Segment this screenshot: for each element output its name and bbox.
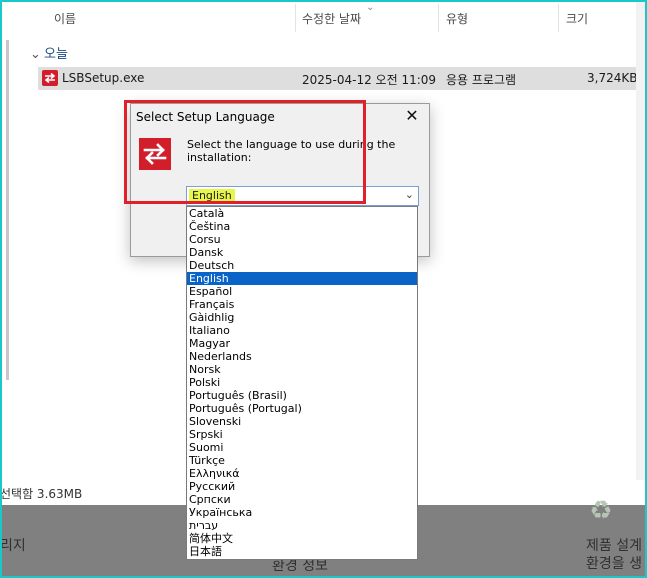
language-option[interactable]: Українська <box>187 506 417 519</box>
chevron-down-icon: ⌄ <box>30 47 41 62</box>
dialog-message: Select the language to use during the in… <box>187 138 396 164</box>
group-header-today[interactable]: ⌄ 오늘 <box>30 43 68 62</box>
column-divider[interactable] <box>295 4 296 32</box>
dialog-title: Select Setup Language <box>136 110 275 124</box>
language-option[interactable]: Dansk <box>187 246 417 259</box>
file-modified: 2025-04-12 오전 11:09 <box>302 73 437 87</box>
language-option[interactable]: Português (Portugal) <box>187 402 417 415</box>
close-icon[interactable]: ✕ <box>403 106 421 125</box>
language-option[interactable]: Italiano <box>187 324 417 337</box>
app-file-icon <box>42 70 58 86</box>
language-select[interactable]: English ⌄ <box>186 186 419 206</box>
language-option[interactable]: Español <box>187 285 417 298</box>
language-option[interactable]: Português (Brasil) <box>187 389 417 402</box>
language-option[interactable]: Srpski <box>187 428 417 441</box>
language-option[interactable]: Suomi <box>187 441 417 454</box>
language-option[interactable]: Русский <box>187 480 417 493</box>
language-option[interactable]: Ελληνικά <box>187 467 417 480</box>
column-header-size[interactable]: 크기 <box>566 10 588 30</box>
column-header-modified[interactable]: 수정한 날짜 <box>302 10 361 30</box>
language-option[interactable]: Nederlands <box>187 350 417 363</box>
language-option[interactable]: English <box>187 272 417 285</box>
language-select-value: English <box>189 189 235 203</box>
recycle-icon: ♻ <box>589 496 613 526</box>
language-option[interactable]: עברית <box>187 519 417 532</box>
language-option[interactable]: Français <box>187 298 417 311</box>
language-option[interactable]: Català <box>187 207 417 220</box>
language-option[interactable]: Polski <box>187 376 417 389</box>
language-option[interactable]: Gàidhlig <box>187 311 417 324</box>
column-header-type[interactable]: 유형 <box>446 10 468 30</box>
language-option[interactable]: Corsu <box>187 233 417 246</box>
language-option[interactable]: Српски <box>187 493 417 506</box>
file-row[interactable]: LSBSetup.exe 2025-04-12 오전 11:09 응용 프로그램… <box>38 67 638 90</box>
chevron-down-icon[interactable]: ⌄ <box>405 188 414 201</box>
file-type: 응용 프로그램 <box>446 73 517 87</box>
group-label: 오늘 <box>44 47 68 62</box>
language-option[interactable]: 简体中文 <box>187 532 417 545</box>
setup-logo-icon <box>139 138 171 170</box>
column-header-name[interactable]: 이름 <box>54 10 76 30</box>
vertical-scrollbar[interactable] <box>636 0 647 480</box>
language-option[interactable]: Magyar <box>187 337 417 350</box>
sort-chevron-icon: ⌄ <box>366 2 375 13</box>
status-selection: 선택함 3.63MB <box>0 487 83 501</box>
pane-scrollbar[interactable] <box>6 40 9 380</box>
language-dropdown-list[interactable]: Català Čeština Corsu Dansk Deutsch English Esp… <box>186 206 418 560</box>
file-name: LSBSetup.exe <box>62 71 145 85</box>
background-text-right-1: 제품 설계 <box>586 538 642 554</box>
language-option[interactable]: Türkçe <box>187 454 417 467</box>
background-text-left: 리지 <box>0 538 26 554</box>
language-option[interactable]: 日本語 <box>187 545 417 558</box>
file-size: 3,724KB <box>587 71 638 85</box>
language-option[interactable]: Slovenski <box>187 415 417 428</box>
background-text-right-2: 환경을 생 <box>586 556 642 572</box>
language-option[interactable]: Deutsch <box>187 259 417 272</box>
language-option[interactable]: Norsk <box>187 363 417 376</box>
column-divider[interactable] <box>438 4 439 32</box>
column-divider[interactable] <box>558 4 559 32</box>
language-option[interactable]: Čeština <box>187 220 417 233</box>
